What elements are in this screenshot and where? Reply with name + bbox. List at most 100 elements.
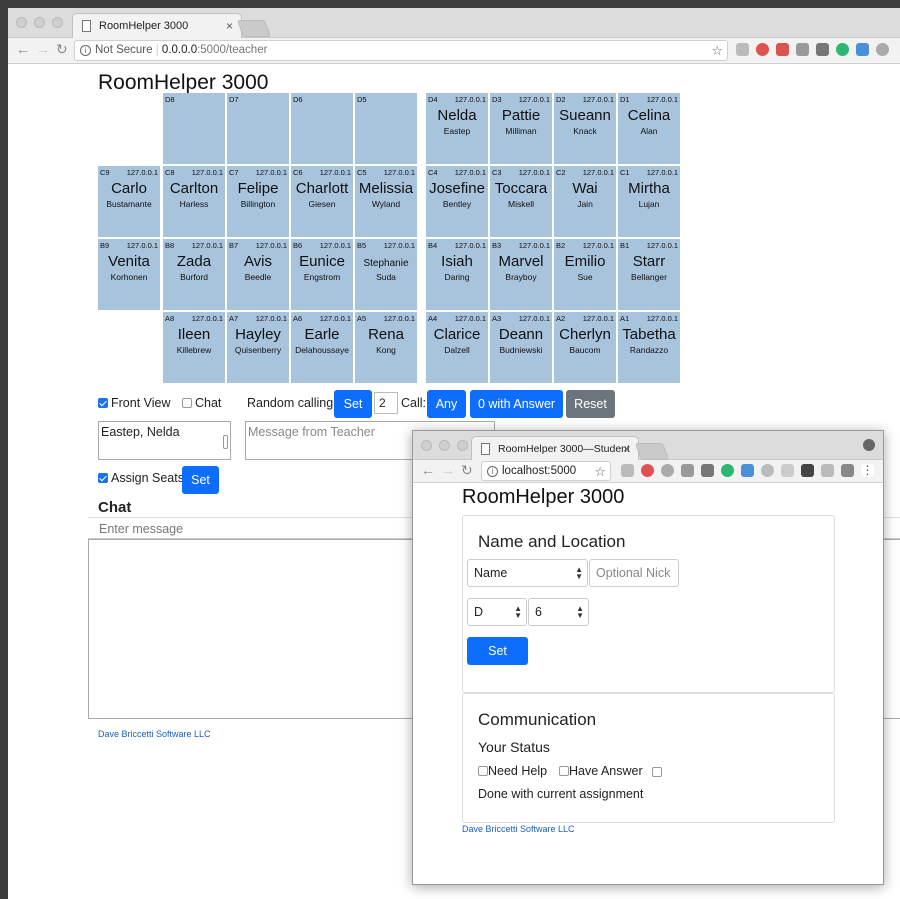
seat-d8[interactable]: D8: [163, 93, 225, 164]
footer-link[interactable]: Dave Briccetti Software LLC: [98, 729, 211, 739]
new-tab-button[interactable]: [236, 20, 272, 37]
seat-b8[interactable]: B8 127.0.0.1 Zada Burford: [163, 239, 225, 310]
extension-plane-icon[interactable]: [796, 43, 809, 56]
assign-seats-set-button[interactable]: Set: [182, 466, 219, 494]
student-set-button[interactable]: Set: [467, 637, 528, 665]
student-address-bar[interactable]: i localhost:5000 ☆: [481, 461, 611, 481]
student-maximize-window-icon[interactable]: [457, 440, 468, 451]
student-extension-dark-icon[interactable]: [801, 464, 814, 477]
student-back-arrow-icon[interactable]: ←: [421, 462, 435, 478]
front-view-check-icon[interactable]: [98, 398, 108, 408]
seat-a6[interactable]: A6 127.0.0.1 Earle Delahoussaye: [291, 312, 353, 383]
seat-c8[interactable]: C8 127.0.0.1 Carlton Harless: [163, 166, 225, 237]
assign-seats-checkbox[interactable]: Assign Seats: [98, 471, 184, 485]
nick-input[interactable]: Optional Nick: [589, 559, 679, 587]
student-wrench-icon[interactable]: [701, 464, 714, 477]
seat-d3[interactable]: D3 127.0.0.1 Pattie Milliman: [490, 93, 552, 164]
student-menu-icon[interactable]: ⋮: [861, 464, 874, 477]
account-icon[interactable]: [863, 439, 875, 451]
seat-c6[interactable]: C6 127.0.0.1 Charlott Giesen: [291, 166, 353, 237]
reset-button[interactable]: Reset: [566, 390, 615, 418]
forward-arrow-icon[interactable]: →: [36, 41, 50, 57]
call-any-button[interactable]: Any: [427, 390, 466, 418]
student-extension-image-icon[interactable]: [821, 464, 834, 477]
info-icon[interactable]: i: [80, 45, 91, 56]
done-checkbox[interactable]: [652, 767, 662, 777]
seat-a5[interactable]: A5 127.0.0.1 Rena Kong: [355, 312, 417, 383]
student-extension-plane-icon[interactable]: [681, 464, 694, 477]
student-extension-rocket-icon[interactable]: [841, 464, 854, 477]
seat-b3[interactable]: B3 127.0.0.1 Marvel Brayboy: [490, 239, 552, 310]
extension-blue-icon[interactable]: [856, 43, 869, 56]
name-select[interactable]: Name ▲ ▼: [467, 559, 588, 587]
seat-c2[interactable]: C2 127.0.0.1 Wai Jain: [554, 166, 616, 237]
close-window-icon[interactable]: [16, 17, 27, 28]
have-answer-check-icon[interactable]: [559, 766, 569, 776]
maximize-window-icon[interactable]: [52, 17, 63, 28]
student-extension-box-icon[interactable]: [781, 464, 794, 477]
need-help-check-icon[interactable]: [478, 766, 488, 776]
random-set-button[interactable]: Set: [334, 390, 372, 418]
student-extension-cloud-icon[interactable]: [761, 464, 774, 477]
seat-d5[interactable]: D5: [355, 93, 417, 164]
tab-close-icon[interactable]: ×: [226, 14, 233, 38]
student-minimize-window-icon[interactable]: [439, 440, 450, 451]
student-info-icon[interactable]: i: [487, 466, 498, 477]
minimize-window-icon[interactable]: [34, 17, 45, 28]
seat-b4[interactable]: B4 127.0.0.1 Isiah Daring: [426, 239, 488, 310]
seat-c4[interactable]: C4 127.0.0.1 Josefine Bentley: [426, 166, 488, 237]
reload-icon[interactable]: ↻: [56, 41, 68, 58]
extension-cloud-icon[interactable]: [876, 43, 889, 56]
front-view-checkbox[interactable]: Front View: [98, 396, 171, 410]
extension-green-icon[interactable]: [836, 43, 849, 56]
tab-teacher[interactable]: RoomHelper 3000 ×: [72, 13, 242, 39]
seat-d4[interactable]: D4 127.0.0.1 Nelda Eastep: [426, 93, 488, 164]
selected-student-list[interactable]: Eastep, Nelda: [98, 421, 231, 460]
chat-checkbox[interactable]: Chat: [182, 396, 221, 410]
seat-c5[interactable]: C5 127.0.0.1 Melissia Wyland: [355, 166, 417, 237]
seat-c7[interactable]: C7 127.0.0.1 Felipe Billington: [227, 166, 289, 237]
seat-d7[interactable]: D7: [227, 93, 289, 164]
bookmark-star-icon[interactable]: ☆: [711, 41, 723, 60]
have-answer-checkbox[interactable]: Have Answer: [559, 764, 643, 778]
seat-c1[interactable]: C1 127.0.0.1 Mirtha Lujan: [618, 166, 680, 237]
student-new-tab-button[interactable]: [634, 443, 670, 460]
seat-b2[interactable]: B2 127.0.0.1 Emilio Sue: [554, 239, 616, 310]
student-extension-blue-icon[interactable]: [741, 464, 754, 477]
seat-b1[interactable]: B1 127.0.0.1 Starr Bellanger: [618, 239, 680, 310]
seat-b7[interactable]: B7 127.0.0.1 Avis Beedle: [227, 239, 289, 310]
student-forward-arrow-icon[interactable]: →: [441, 462, 455, 478]
seat-b9[interactable]: B9 127.0.0.1 Venita Korhonen: [98, 239, 160, 310]
wrench-icon[interactable]: [816, 43, 829, 56]
assign-seats-check-icon[interactable]: [98, 473, 108, 483]
need-help-checkbox[interactable]: Need Help: [478, 764, 547, 778]
student-extension-green-icon[interactable]: [721, 464, 734, 477]
tab-student[interactable]: RoomHelper 3000—Student ×: [471, 436, 639, 462]
seat-d6[interactable]: D6: [291, 93, 353, 164]
student-tab-close-icon[interactable]: ×: [623, 437, 630, 461]
seat-d1[interactable]: D1 127.0.0.1 Celina Alan: [618, 93, 680, 164]
seat-a3[interactable]: A3 127.0.0.1 Deann Budniewski: [490, 312, 552, 383]
random-count-input[interactable]: 2: [374, 392, 398, 414]
seat-a8[interactable]: A8 127.0.0.1 Ileen Killebrew: [163, 312, 225, 383]
chat-check-icon[interactable]: [182, 398, 192, 408]
back-arrow-icon[interactable]: ←: [16, 41, 30, 57]
seat-a1[interactable]: A1 127.0.0.1 Tabetha Randazzo: [618, 312, 680, 383]
seat-c3[interactable]: C3 127.0.0.1 Toccara Miskell: [490, 166, 552, 237]
seat-select[interactable]: 6 ▲ ▼: [528, 598, 589, 626]
extension-red-icon[interactable]: [756, 43, 769, 56]
student-close-window-icon[interactable]: [421, 440, 432, 451]
address-bar[interactable]: i Not Secure | 0.0.0.0:5000/teacher ☆: [74, 40, 728, 61]
student-reload-icon[interactable]: ↻: [461, 462, 473, 479]
seat-b6[interactable]: B6 127.0.0.1 Eunice Engstrom: [291, 239, 353, 310]
student-footer-link[interactable]: Dave Briccetti Software LLC: [462, 824, 575, 834]
row-select[interactable]: D ▲ ▼: [467, 598, 527, 626]
adblock-icon[interactable]: [776, 43, 789, 56]
seat-d2[interactable]: D2 127.0.0.1 Sueann Knack: [554, 93, 616, 164]
seat-a7[interactable]: A7 127.0.0.1 Hayley Quisenberry: [227, 312, 289, 383]
seat-a4[interactable]: A4 127.0.0.1 Clarice Dalzell: [426, 312, 488, 383]
student-extension-globe-icon[interactable]: [661, 464, 674, 477]
student-bookmark-star-icon[interactable]: ☆: [594, 462, 606, 481]
student-extension-red-icon[interactable]: [641, 464, 654, 477]
seat-a2[interactable]: A2 127.0.0.1 Cherlyn Baucom: [554, 312, 616, 383]
